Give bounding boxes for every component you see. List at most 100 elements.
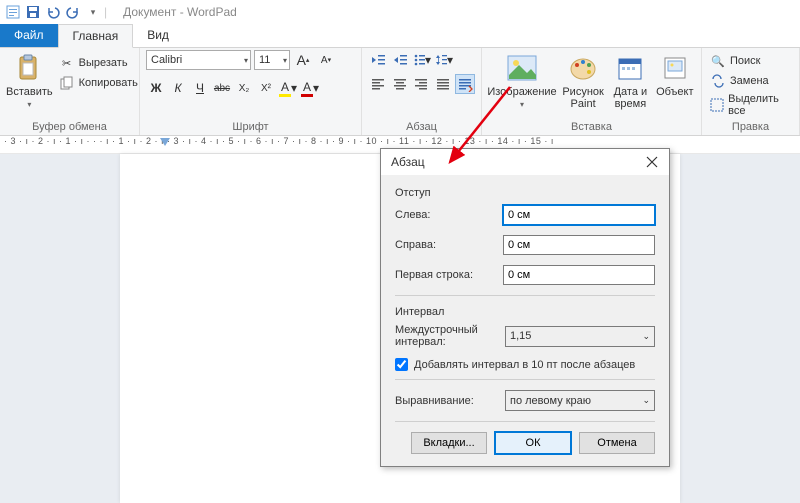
indent-section-label: Отступ — [395, 187, 655, 199]
replace-icon — [710, 73, 726, 89]
superscript-button[interactable]: X² — [256, 78, 276, 98]
grow-font-button[interactable]: A▴ — [293, 50, 313, 70]
calendar-icon — [614, 52, 646, 84]
paragraph-dialog: Абзац Отступ Слева: Справа: Первая строк… — [380, 148, 670, 467]
space-after-checkbox-input[interactable] — [395, 358, 408, 371]
font-size-combo[interactable]: 11▾ — [254, 50, 290, 70]
indent-first-input[interactable] — [503, 265, 655, 285]
indent-right-label: Справа: — [395, 239, 503, 251]
group-insert-label: Вставка — [488, 119, 695, 135]
indent-left-label: Слева: — [395, 209, 503, 221]
paste-button[interactable]: Вставить ▾ — [6, 50, 53, 109]
chevron-down-icon: ▾ — [425, 53, 431, 67]
linespacing-select[interactable]: 1,15⌄ — [505, 326, 655, 347]
title-bar: ▾ | Документ - WordPad — [0, 0, 800, 24]
ribbon: Вставить ▾ ✂ Вырезать Копировать Буфер о… — [0, 48, 800, 136]
chevron-down-icon: ▾ — [313, 81, 319, 95]
tab-home[interactable]: Главная — [58, 24, 134, 48]
linespacing-label: Междустрочный интервал: — [395, 324, 505, 348]
paint-label: Рисунок Paint — [560, 86, 606, 110]
datetime-label: Дата и время — [610, 86, 650, 110]
group-editing-label: Правка — [708, 119, 793, 135]
find-button[interactable]: 🔍Поиск — [708, 52, 793, 70]
chevron-down-icon: ▾ — [27, 100, 31, 109]
dialog-title: Абзац — [391, 155, 425, 169]
tab-view[interactable]: Вид — [133, 24, 183, 47]
tabs-button[interactable]: Вкладки... — [411, 432, 487, 454]
space-after-label: Добавлять интервал в 10 пт после абзацев — [414, 359, 635, 371]
subscript-button[interactable]: X₂ — [234, 78, 254, 98]
italic-button[interactable]: К — [168, 78, 188, 98]
chevron-down-icon: ▾ — [447, 53, 453, 67]
group-font: Calibri▾ 11▾ A▴ A▾ Ж К Ч abc X₂ X² A▾ A▾… — [140, 48, 362, 135]
bullet-list-button[interactable]: ▾ — [412, 50, 432, 70]
font-name-combo[interactable]: Calibri▾ — [146, 50, 251, 70]
picture-icon — [506, 52, 538, 84]
copy-label: Копировать — [79, 77, 138, 89]
object-label: Объект — [656, 86, 693, 98]
group-paragraph: ▾ ▾ Абзац — [362, 48, 482, 135]
decrease-indent-button[interactable] — [368, 50, 388, 70]
tab-file[interactable]: Файл — [0, 24, 58, 47]
chevron-down-icon: ▾ — [291, 81, 297, 95]
cut-label: Вырезать — [79, 57, 128, 69]
indent-left-input[interactable] — [503, 205, 655, 225]
select-all-button[interactable]: Выделить все — [708, 92, 793, 118]
palette-icon — [567, 52, 599, 84]
increase-indent-button[interactable] — [390, 50, 410, 70]
close-icon — [646, 156, 658, 168]
group-paragraph-label: Абзац — [368, 119, 475, 135]
paragraph-dialog-button[interactable] — [455, 74, 475, 94]
interval-section-label: Интервал — [395, 306, 655, 318]
divider — [395, 379, 655, 380]
chevron-down-icon: ▾ — [520, 100, 524, 109]
insert-picture-button[interactable]: Изображение ▾ — [488, 50, 556, 109]
cancel-button[interactable]: Отмена — [579, 432, 655, 454]
picture-label: Изображение — [487, 86, 556, 98]
insert-object-button[interactable]: Объект — [655, 50, 695, 98]
insert-datetime-button[interactable]: Дата и время — [610, 50, 650, 110]
highlight-button[interactable]: A▾ — [278, 78, 298, 98]
group-clipboard-label: Буфер обмена — [6, 119, 133, 135]
replace-button[interactable]: Замена — [708, 72, 793, 90]
search-icon: 🔍 — [710, 53, 726, 69]
underline-button[interactable]: Ч — [190, 78, 210, 98]
shrink-font-button[interactable]: A▾ — [316, 50, 336, 70]
select-all-icon — [710, 97, 724, 113]
justify-button[interactable] — [433, 74, 453, 94]
indent-right-input[interactable] — [503, 235, 655, 255]
cut-button[interactable]: ✂ Вырезать — [57, 54, 140, 72]
undo-icon[interactable] — [44, 3, 62, 21]
line-spacing-button[interactable]: ▾ — [434, 50, 454, 70]
window-title: Документ - WordPad — [123, 5, 237, 19]
dialog-titlebar[interactable]: Абзац — [381, 149, 669, 175]
group-clipboard: Вставить ▾ ✂ Вырезать Копировать Буфер о… — [0, 48, 140, 135]
paste-label: Вставить — [6, 86, 53, 98]
alignment-select[interactable]: по левому краю⌄ — [505, 390, 655, 411]
qat-dropdown-icon[interactable]: ▾ — [84, 3, 102, 21]
ruler-indent-marker[interactable] — [160, 138, 170, 146]
bold-button[interactable]: Ж — [146, 78, 166, 98]
insert-paint-button[interactable]: Рисунок Paint — [560, 50, 606, 110]
align-right-button[interactable] — [412, 74, 432, 94]
app-icon — [4, 3, 22, 21]
save-icon[interactable] — [24, 3, 42, 21]
group-insert: Изображение ▾ Рисунок Paint Дата и время… — [482, 48, 702, 135]
align-left-button[interactable] — [368, 74, 388, 94]
paste-icon — [13, 52, 45, 84]
ok-button[interactable]: ОК — [495, 432, 571, 454]
chevron-down-icon: ▾ — [283, 56, 287, 65]
group-font-label: Шрифт — [146, 119, 355, 135]
divider — [395, 295, 655, 296]
copy-button[interactable]: Копировать — [57, 74, 140, 92]
strike-button[interactable]: abc — [212, 78, 232, 98]
redo-icon[interactable] — [64, 3, 82, 21]
space-after-checkbox[interactable]: Добавлять интервал в 10 пт после абзацев — [395, 358, 655, 371]
group-editing: 🔍Поиск Замена Выделить все Правка — [702, 48, 800, 135]
object-icon — [659, 52, 691, 84]
font-color-button[interactable]: A▾ — [300, 78, 320, 98]
chevron-down-icon: ▾ — [244, 56, 248, 65]
close-button[interactable] — [641, 151, 663, 173]
align-center-button[interactable] — [390, 74, 410, 94]
indent-first-label: Первая строка: — [395, 269, 503, 281]
